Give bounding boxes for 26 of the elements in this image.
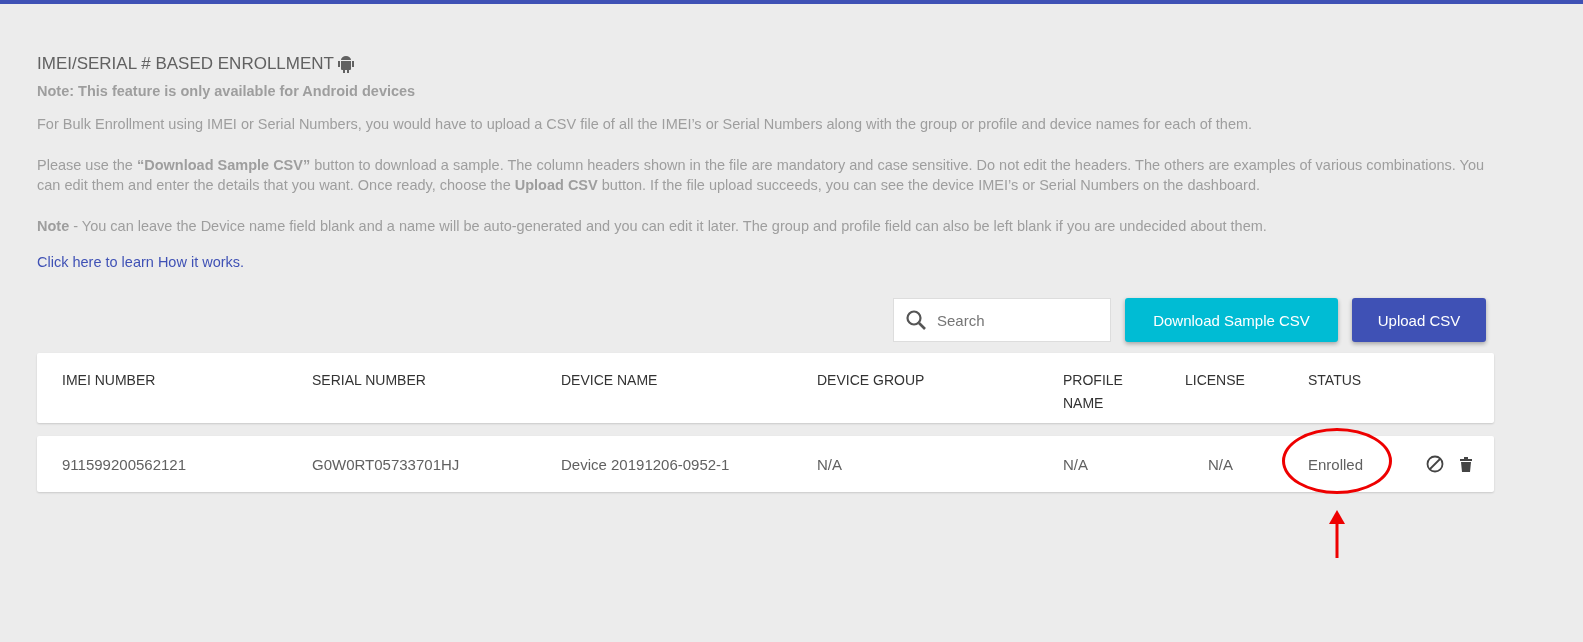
trash-icon[interactable]: [1460, 456, 1472, 472]
instruction-paragraph: For Bulk Enrollment using IMEI or Serial Numbers, you would have to upload a CSV file of all the IMEI’s or Serial Numbers along with the group or profile and device names for each of them.: [37, 115, 1254, 134]
table-cell: N/A: [817, 455, 842, 473]
column-header[interactable]: STATUS: [1308, 369, 1362, 392]
column-header[interactable]: IMEI NUMBER: [62, 369, 156, 392]
page-title: IMEI/SERIAL # BASED ENROLLMENT: [37, 54, 334, 74]
android-icon: [337, 55, 354, 73]
instruction-paragraph: Please use the “Download Sample CSV” button to download a sample. The column headers shown in the file are mandatory and case sensitive. Do not edit the headers. The others are examples of various combinations. You can edit them and enter the details that you want. Once ready, choose the Upload CSV button. If the file upload succeeds, you can see the device IMEI’s or Serial Numbers on the dashboard.: [37, 156, 1486, 195]
column-header[interactable]: SERIAL NUMBER: [312, 369, 426, 392]
column-header[interactable]: DEVICE GROUP: [817, 369, 925, 392]
how-it-works-link[interactable]: Click here to learn How it works.: [37, 254, 245, 270]
android-note: Note: This feature is only available for Android devices: [37, 82, 417, 100]
search-field[interactable]: Search: [893, 298, 1111, 342]
table-cell: 911599200562121: [62, 455, 187, 473]
annotation-arrow: [1328, 510, 1346, 558]
table-cell: G0W0RT05733701HJ: [312, 455, 460, 473]
column-header[interactable]: DEVICE NAME: [561, 369, 658, 392]
column-header[interactable]: PROFILE NAME: [1063, 369, 1123, 415]
table-cell: N/A: [1063, 455, 1088, 473]
upload-csv-button[interactable]: Upload CSV: [1352, 298, 1486, 342]
block-icon[interactable]: [1426, 455, 1444, 473]
instruction-paragraph: Note - You can leave the Device name field blank and a name will be auto-generated and you can edit it later. The group and profile field can also be left blank if you are undecided about them.: [37, 217, 1268, 236]
table-cell: Device 20191206-0952-1: [561, 455, 730, 473]
table-cell: Enrolled: [1308, 455, 1364, 473]
table-cell: N/A: [1208, 455, 1233, 473]
column-header[interactable]: LICENSE: [1185, 369, 1245, 392]
